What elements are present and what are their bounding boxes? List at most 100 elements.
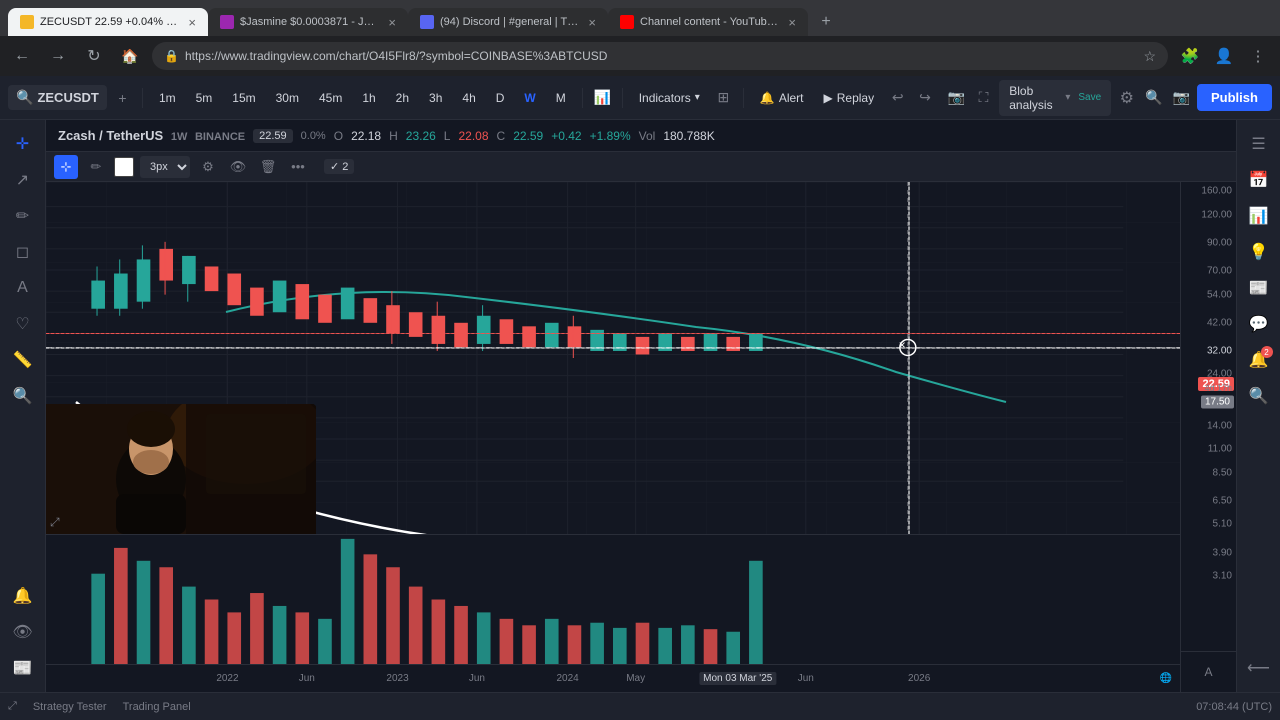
tf-5m[interactable]: 5m — [188, 84, 221, 112]
pen-drawing-btn[interactable]: ✏ — [84, 155, 108, 179]
alerts-badge: 2 — [1261, 346, 1273, 358]
camera-btn[interactable]: 📷 — [1170, 84, 1193, 112]
price-3-1: 3.10 — [1213, 570, 1232, 581]
tf-m[interactable]: M — [548, 84, 574, 112]
time-label-2026: 2026 — [908, 673, 930, 684]
undo-btn[interactable]: ↩ — [886, 84, 909, 112]
drawing-more-btn[interactable]: ••• — [286, 155, 310, 179]
indicators-label: Indicators — [639, 91, 691, 105]
rp-zoom-out-btn[interactable]: ⟵ — [1243, 652, 1275, 684]
add-symbol-btn[interactable]: + — [111, 84, 134, 112]
publish-btn[interactable]: Publish — [1197, 84, 1272, 111]
sidebar-news-tool[interactable]: 📰 — [7, 652, 39, 684]
forward-btn[interactable]: → — [44, 42, 72, 70]
tf-1h[interactable]: 1h — [354, 84, 383, 112]
omnibox[interactable]: 🔒 https://www.tradingview.com/chart/O4I5… — [152, 42, 1168, 70]
trading-panel-btn[interactable]: Trading Panel — [123, 701, 191, 713]
sidebar-zoom-tool[interactable]: 🔍 — [7, 380, 39, 412]
select-tool-btn[interactable]: ⊹ — [54, 155, 78, 179]
indicators-btn[interactable]: Indicators ▾ — [631, 84, 708, 112]
price-scale: 160.00 120.00 90.00 70.00 54.00 42.00 32… — [1180, 182, 1236, 692]
tab-yt[interactable]: Channel content - YouTube Stu... × — [608, 8, 808, 36]
chart-svg-area[interactable]: × — [46, 182, 1180, 534]
sidebar-text-tool[interactable]: A — [7, 272, 39, 304]
price-90: 90.00 — [1207, 237, 1232, 248]
sidebar-cursor-tool[interactable]: ✛ — [7, 128, 39, 160]
rp-zoom-in-btn[interactable]: 🔍 — [1243, 380, 1275, 412]
drawing-counter: ✓ 2 — [324, 159, 354, 174]
rp-chat-btn[interactable]: 💬 — [1243, 308, 1275, 340]
chart-info-bar: Zcash / TetherUS 1W BINANCE 22.59 0.0% O… — [46, 120, 1236, 152]
price-8-5: 8.50 — [1213, 467, 1232, 478]
settings-btn[interactable]: ⚙ — [1115, 84, 1138, 112]
sidebar-trend-line[interactable]: ↗ — [7, 164, 39, 196]
rp-chart-btn[interactable]: 📊 — [1243, 200, 1275, 232]
color-picker[interactable] — [114, 157, 134, 177]
drawing-visibility-btn[interactable]: 👁 — [226, 155, 250, 179]
replay-btn[interactable]: ▶ Replay — [816, 84, 883, 112]
stroke-width-select[interactable]: 3px — [140, 156, 190, 178]
rp-watchlist-btn[interactable]: ☰ — [1243, 128, 1275, 160]
fullscreen-btn[interactable]: ⛶ — [972, 84, 995, 112]
scale-auto-btn[interactable]: A — [1193, 656, 1225, 688]
profile-btn[interactable]: 👤 — [1210, 42, 1238, 70]
tf-4h[interactable]: 4h — [454, 84, 483, 112]
tab-close-discord[interactable]: × — [588, 15, 596, 30]
tf-15m[interactable]: 15m — [224, 84, 263, 112]
tf-w[interactable]: W — [516, 84, 543, 112]
back-btn[interactable]: ← — [8, 42, 36, 70]
sidebar-alerts-tool[interactable]: 🔔 — [7, 580, 39, 612]
tf-2h[interactable]: 2h — [388, 84, 417, 112]
toolbar-symbol-name: ZECUSDT — [37, 90, 98, 105]
bottom-bar: ⤢ Strategy Tester Trading Panel 07:08:44… — [0, 692, 1280, 720]
bookmark-icon[interactable]: ☆ — [1143, 48, 1156, 65]
layouts-btn[interactable]: ⊞ — [712, 84, 735, 112]
rp-ideas-btn[interactable]: 💡 — [1243, 236, 1275, 268]
redo-btn[interactable]: ↪ — [913, 84, 936, 112]
omnibox-lock-icon: 🔒 — [164, 49, 179, 63]
tab-close-zec[interactable]: × — [188, 15, 196, 30]
sidebar-patterns-tool[interactable]: ♡ — [7, 308, 39, 340]
extensions-btn[interactable]: 🧩 — [1176, 42, 1204, 70]
drawing-delete-btn[interactable]: 🗑 — [256, 155, 280, 179]
menu-btn[interactable]: ⋮ — [1244, 42, 1272, 70]
tab-discord[interactable]: (94) Discord | #general | TheW... × — [408, 8, 608, 36]
sidebar-watchlist-tool[interactable]: 👁 — [7, 616, 39, 648]
strategy-tester-btn[interactable]: Strategy Tester — [33, 701, 107, 713]
tf-3h[interactable]: 3h — [421, 84, 450, 112]
zoom-btn[interactable]: 🔍 — [1142, 84, 1165, 112]
symbol-search[interactable]: 🔍 ZECUSDT — [8, 85, 107, 110]
tab-close-jasmine[interactable]: × — [388, 15, 396, 30]
chart-symbol-label: Zcash / TetherUS 1W BINANCE — [58, 128, 245, 143]
tf-1m[interactable]: 1m — [151, 84, 184, 112]
rp-alerts-btn[interactable]: 🔔 2 — [1243, 344, 1275, 376]
sidebar-measure-tool[interactable]: 📏 — [7, 344, 39, 376]
chart-type-btn[interactable]: 📊 — [591, 84, 614, 112]
tf-45m[interactable]: 45m — [311, 84, 350, 112]
new-tab-btn[interactable]: + — [812, 8, 840, 36]
sidebar-shapes-tool[interactable]: ◻ — [7, 236, 39, 268]
blob-analysis-btn[interactable]: Blob analysis ▾ Save — [999, 80, 1111, 116]
home-btn[interactable]: 🏠 — [116, 42, 144, 70]
screenshot-btn[interactable]: 📷 — [945, 84, 968, 112]
tf-d[interactable]: D — [488, 84, 513, 112]
rp-news-btn[interactable]: 📰 — [1243, 272, 1275, 304]
price-11: 11.00 — [1208, 444, 1232, 455]
browser-tabs: ZECUSDT 22.59 +0.04% Bio... × $Jasmine $… — [0, 0, 1280, 36]
sidebar-pen-tool[interactable]: ✏ — [7, 200, 39, 232]
rp-calendar-btn[interactable]: 📅 — [1243, 164, 1275, 196]
tab-favicon-zec — [20, 15, 34, 29]
tab-zec[interactable]: ZECUSDT 22.59 +0.04% Bio... × — [8, 8, 208, 36]
tab-jasmine[interactable]: $Jasmine $0.0003871 - Jasmine... × — [208, 8, 408, 36]
webcam-expand-btn[interactable]: ⤢ — [50, 515, 60, 530]
replay-label: Replay — [837, 91, 874, 105]
reload-btn[interactable]: ↻ — [80, 42, 108, 70]
drawing-settings-btn[interactable]: ⚙ — [196, 155, 220, 179]
tf-30m[interactable]: 30m — [268, 84, 307, 112]
expand-btn[interactable]: ⤢ — [8, 700, 17, 713]
tab-close-yt[interactable]: × — [788, 15, 796, 30]
price-70: 70.00 — [1207, 266, 1232, 277]
timezone-icon[interactable]: 🌐 — [1160, 673, 1172, 684]
time-axis: 2022 Jun 2023 Jun 2024 May Mon 03 Mar '2… — [46, 664, 1180, 692]
alert-btn[interactable]: 🔔 Alert — [752, 84, 812, 112]
